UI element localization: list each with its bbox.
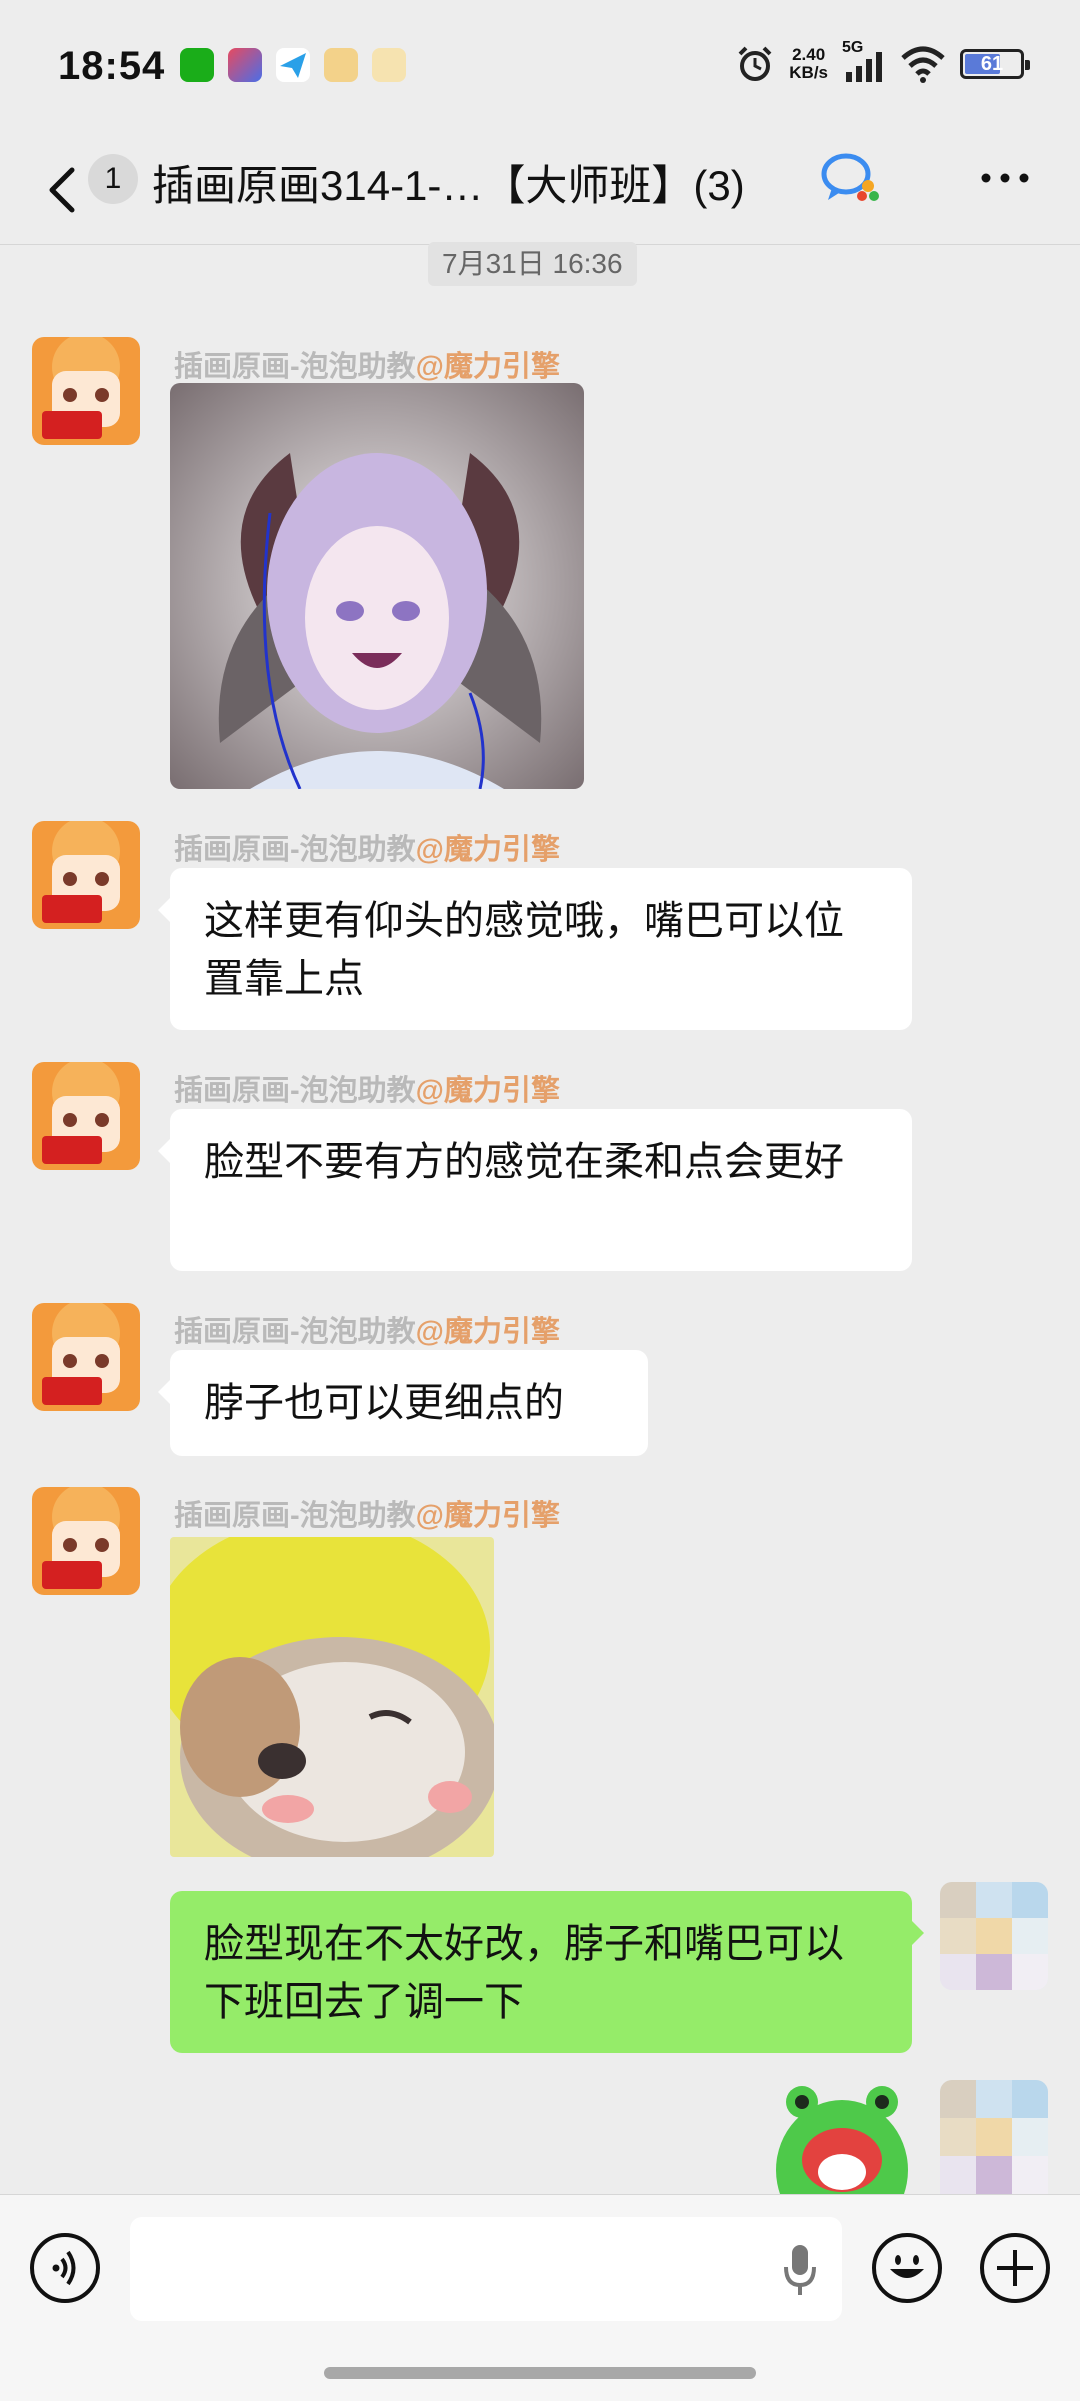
microphone-icon[interactable] xyxy=(780,2241,820,2297)
sticker-message-cat[interactable] xyxy=(170,1537,494,1857)
message-bubble[interactable]: 脸型不要有方的感觉在柔和点会更好 xyxy=(158,1109,912,1271)
frog-sticker-icon xyxy=(774,2080,914,2194)
chat-input-bar xyxy=(0,2194,1080,2401)
sender-name: 插画原画-泡泡助教@魔力引擎 xyxy=(174,1316,560,1348)
banana-cat-sticker-icon xyxy=(170,1537,494,1857)
message-bubble[interactable]: 脖子也可以更细点的 xyxy=(158,1350,648,1456)
emoji-button[interactable] xyxy=(872,2233,942,2303)
more-options-button[interactable] xyxy=(970,156,1040,206)
avatar[interactable] xyxy=(32,1303,140,1411)
voice-input-button[interactable] xyxy=(30,2233,100,2303)
mention: @魔力引擎 xyxy=(415,351,560,383)
message-input[interactable] xyxy=(130,2217,842,2321)
sender-name: 插画原画-泡泡助教@魔力引擎 xyxy=(174,1500,560,1532)
sticker-message-frog[interactable] xyxy=(774,2080,914,2194)
image-message-demon-girl[interactable] xyxy=(170,383,584,789)
plus-icon xyxy=(997,2250,1033,2286)
paper-plane-icon xyxy=(276,48,310,82)
network-speed: 2.40 KB/s xyxy=(789,46,828,82)
pixelated-avatar-icon xyxy=(940,2080,1048,2194)
pixelated-avatar-icon xyxy=(940,1882,1048,1990)
avatar[interactable] xyxy=(32,337,140,445)
more-dots-icon xyxy=(981,173,1029,183)
message-timestamp: 7月31日 16:36 xyxy=(428,242,637,286)
battery-level: 61 xyxy=(980,53,1004,75)
mention: @魔力引擎 xyxy=(415,834,560,866)
unread-count-badge[interactable]: 1 xyxy=(88,154,138,204)
status-notification-icons xyxy=(180,48,406,82)
wechat-icon xyxy=(180,48,214,82)
voice-wave-icon xyxy=(52,2250,76,2286)
game-app-icon xyxy=(324,48,358,82)
battery-icon: 61 xyxy=(960,49,1030,79)
avatar[interactable] xyxy=(32,1487,140,1595)
alarm-icon xyxy=(738,46,772,81)
back-arrow-icon[interactable] xyxy=(38,160,88,220)
smiley-icon xyxy=(890,2255,924,2278)
status-time: 18:54 xyxy=(58,44,166,88)
sender-name: 插画原画-泡泡助教@魔力引擎 xyxy=(174,1075,560,1107)
sender-name: 插画原画-泡泡助教@魔力引擎 xyxy=(174,351,560,383)
anime-girl-avatar-icon xyxy=(32,1062,140,1170)
my-avatar[interactable] xyxy=(940,1882,1048,1990)
anime-girl-avatar-icon xyxy=(32,337,140,445)
chat-title: 插画原画314-1-…【大师班】(3) xyxy=(152,162,745,209)
demon-girl-illustration-icon xyxy=(170,383,584,789)
my-avatar[interactable] xyxy=(940,2080,1048,2194)
mention: @魔力引擎 xyxy=(415,1500,560,1532)
message-bubble[interactable]: 这样更有仰头的感觉哦，嘴巴可以位置靠上点 xyxy=(158,868,912,1030)
mention: @魔力引擎 xyxy=(415,1075,560,1107)
my-message-bubble[interactable]: 脸型现在不太好改，脖子和嘴巴可以下班回去了调一下 xyxy=(170,1891,924,2053)
anime-girl-avatar-icon xyxy=(32,821,140,929)
app-notification-icon xyxy=(228,48,262,82)
network-speed-value: 2.40 xyxy=(792,45,826,64)
sender-name: 插画原画-泡泡助教@魔力引擎 xyxy=(174,834,560,866)
anime-girl-avatar-icon xyxy=(32,1487,140,1595)
game-app-icon-2 xyxy=(372,48,406,82)
mention: @魔力引擎 xyxy=(415,1316,560,1348)
network-speed-unit: KB/s xyxy=(789,63,828,82)
more-functions-button[interactable] xyxy=(980,2233,1050,2303)
home-indicator[interactable] xyxy=(324,2367,756,2379)
status-bar: 18:54 2.40 KB/s 5G 61 xyxy=(0,0,1080,140)
avatar[interactable] xyxy=(32,821,140,929)
cellular-signal-icon: 5G xyxy=(842,40,886,84)
anime-girl-avatar-icon xyxy=(32,1303,140,1411)
wifi-icon xyxy=(901,46,945,83)
avatar[interactable] xyxy=(32,1062,140,1170)
group-chat-icon[interactable] xyxy=(818,150,880,206)
